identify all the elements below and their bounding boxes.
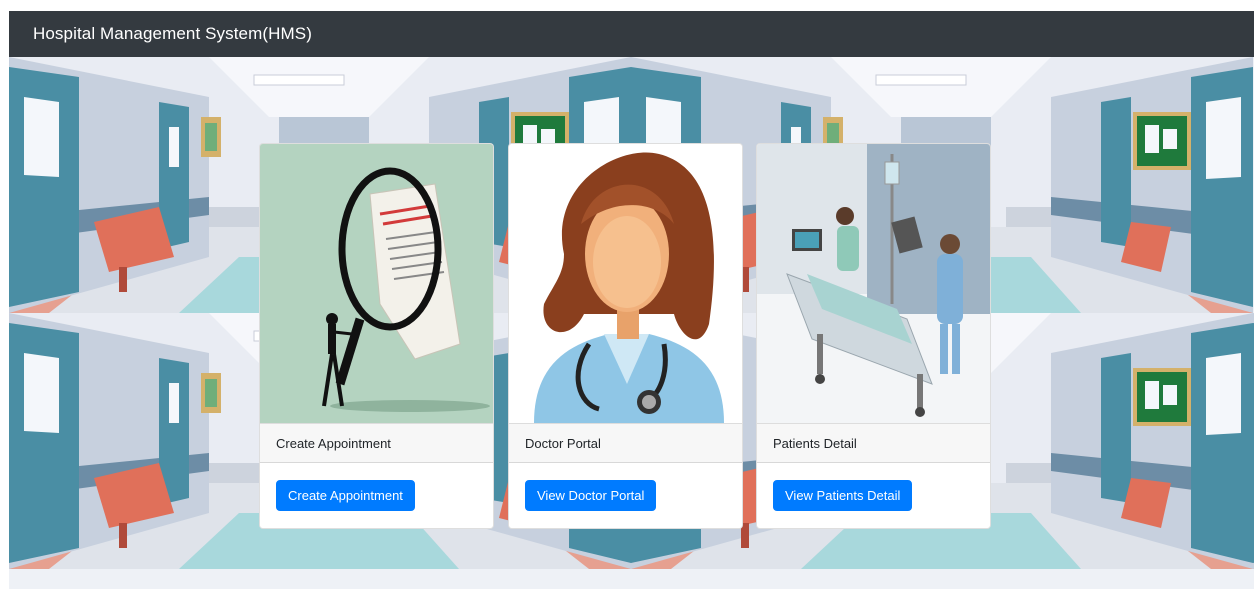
page: Hospital Management System(HMS) Create A… [9,11,1254,589]
view-doctor-portal-button[interactable]: View Doctor Portal [525,480,657,511]
card-title: Doctor Portal [509,423,742,463]
hospital-hallway-background: Create Appointment Create Appointment Do… [9,57,1254,589]
card-doctor-portal: Doctor Portal View Doctor Portal [508,143,743,529]
appointment-magnifier-illustration [260,144,493,423]
card-title: Create Appointment [260,423,493,463]
card-title: Patients Detail [757,423,990,463]
card-body: View Doctor Portal [509,463,742,528]
card-create-appointment: Create Appointment Create Appointment [259,143,494,529]
doctor-avatar-illustration [509,144,742,423]
navbar: Hospital Management System(HMS) [9,11,1254,57]
card-body: Create Appointment [260,463,493,528]
card-patients-detail: Patients Detail View Patients Detail [756,143,991,529]
view-patients-detail-button[interactable]: View Patients Detail [773,480,913,511]
create-appointment-button[interactable]: Create Appointment [276,480,415,511]
patient-bed-illustration [757,144,990,423]
navbar-brand[interactable]: Hospital Management System(HMS) [33,24,312,44]
card-body: View Patients Detail [757,463,990,528]
